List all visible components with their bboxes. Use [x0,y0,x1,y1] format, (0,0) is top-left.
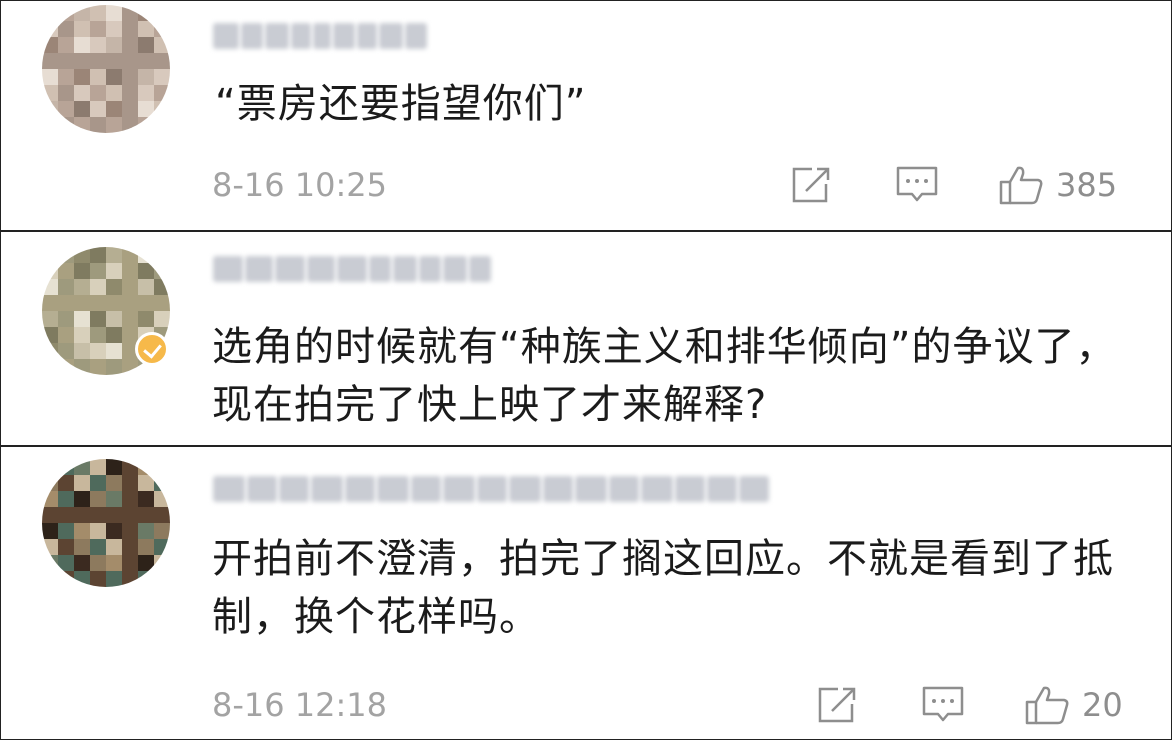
thumbs-up-icon [999,166,1043,205]
comment-item: “票房还要指望你们” 8-16 10:25 385 [1,1,1171,232]
avatar[interactable] [42,5,170,133]
like-count: 385 [1056,166,1118,204]
share-button[interactable] [790,165,832,205]
like-button[interactable]: 385 [998,165,1117,205]
comment-meta: 8-16 10:25 385 [212,165,1131,205]
reply-button[interactable] [921,685,965,725]
verified-badge-icon [135,332,169,366]
timestamp: 8-16 12:18 [212,686,388,724]
comment-meta: 8-16 12:18 20 [212,685,1131,725]
share-button[interactable] [816,685,858,725]
thumbs-up-icon [1025,686,1069,725]
comment-text: 选角的时候就有“种族主义和排华倾向”的争议了，现在拍完了快上映了才来解释? [212,324,1117,428]
share-icon [818,687,856,723]
timestamp: 8-16 10:25 [212,166,388,204]
reply-button[interactable] [895,165,939,205]
comment-icon [922,686,964,722]
username-blurred[interactable] [213,252,491,286]
like-count: 20 [1082,686,1123,724]
comment-list: “票房还要指望你们” 8-16 10:25 385 选角的时候就有“种族主义和排… [0,0,1172,740]
comment-text: “票房还要指望你们” [215,81,587,127]
share-icon [792,167,830,203]
comment-icon [896,166,938,202]
comment-text: 开拍前不澄清，拍完了搁这回应。不就是看到了抵制，换个花样吗。 [212,536,1114,640]
like-button[interactable]: 20 [1024,685,1123,725]
username-blurred[interactable] [213,472,769,506]
comment-item: 开拍前不澄清，拍完了搁这回应。不就是看到了抵制，换个花样吗。 8-16 12:1… [1,447,1171,739]
avatar-image [42,459,170,587]
avatar-image [42,5,170,133]
avatar[interactable] [42,459,170,587]
comment-item: 选角的时候就有“种族主义和排华倾向”的争议了，现在拍完了快上映了才来解释? [1,232,1171,447]
username-blurred[interactable] [213,19,427,53]
